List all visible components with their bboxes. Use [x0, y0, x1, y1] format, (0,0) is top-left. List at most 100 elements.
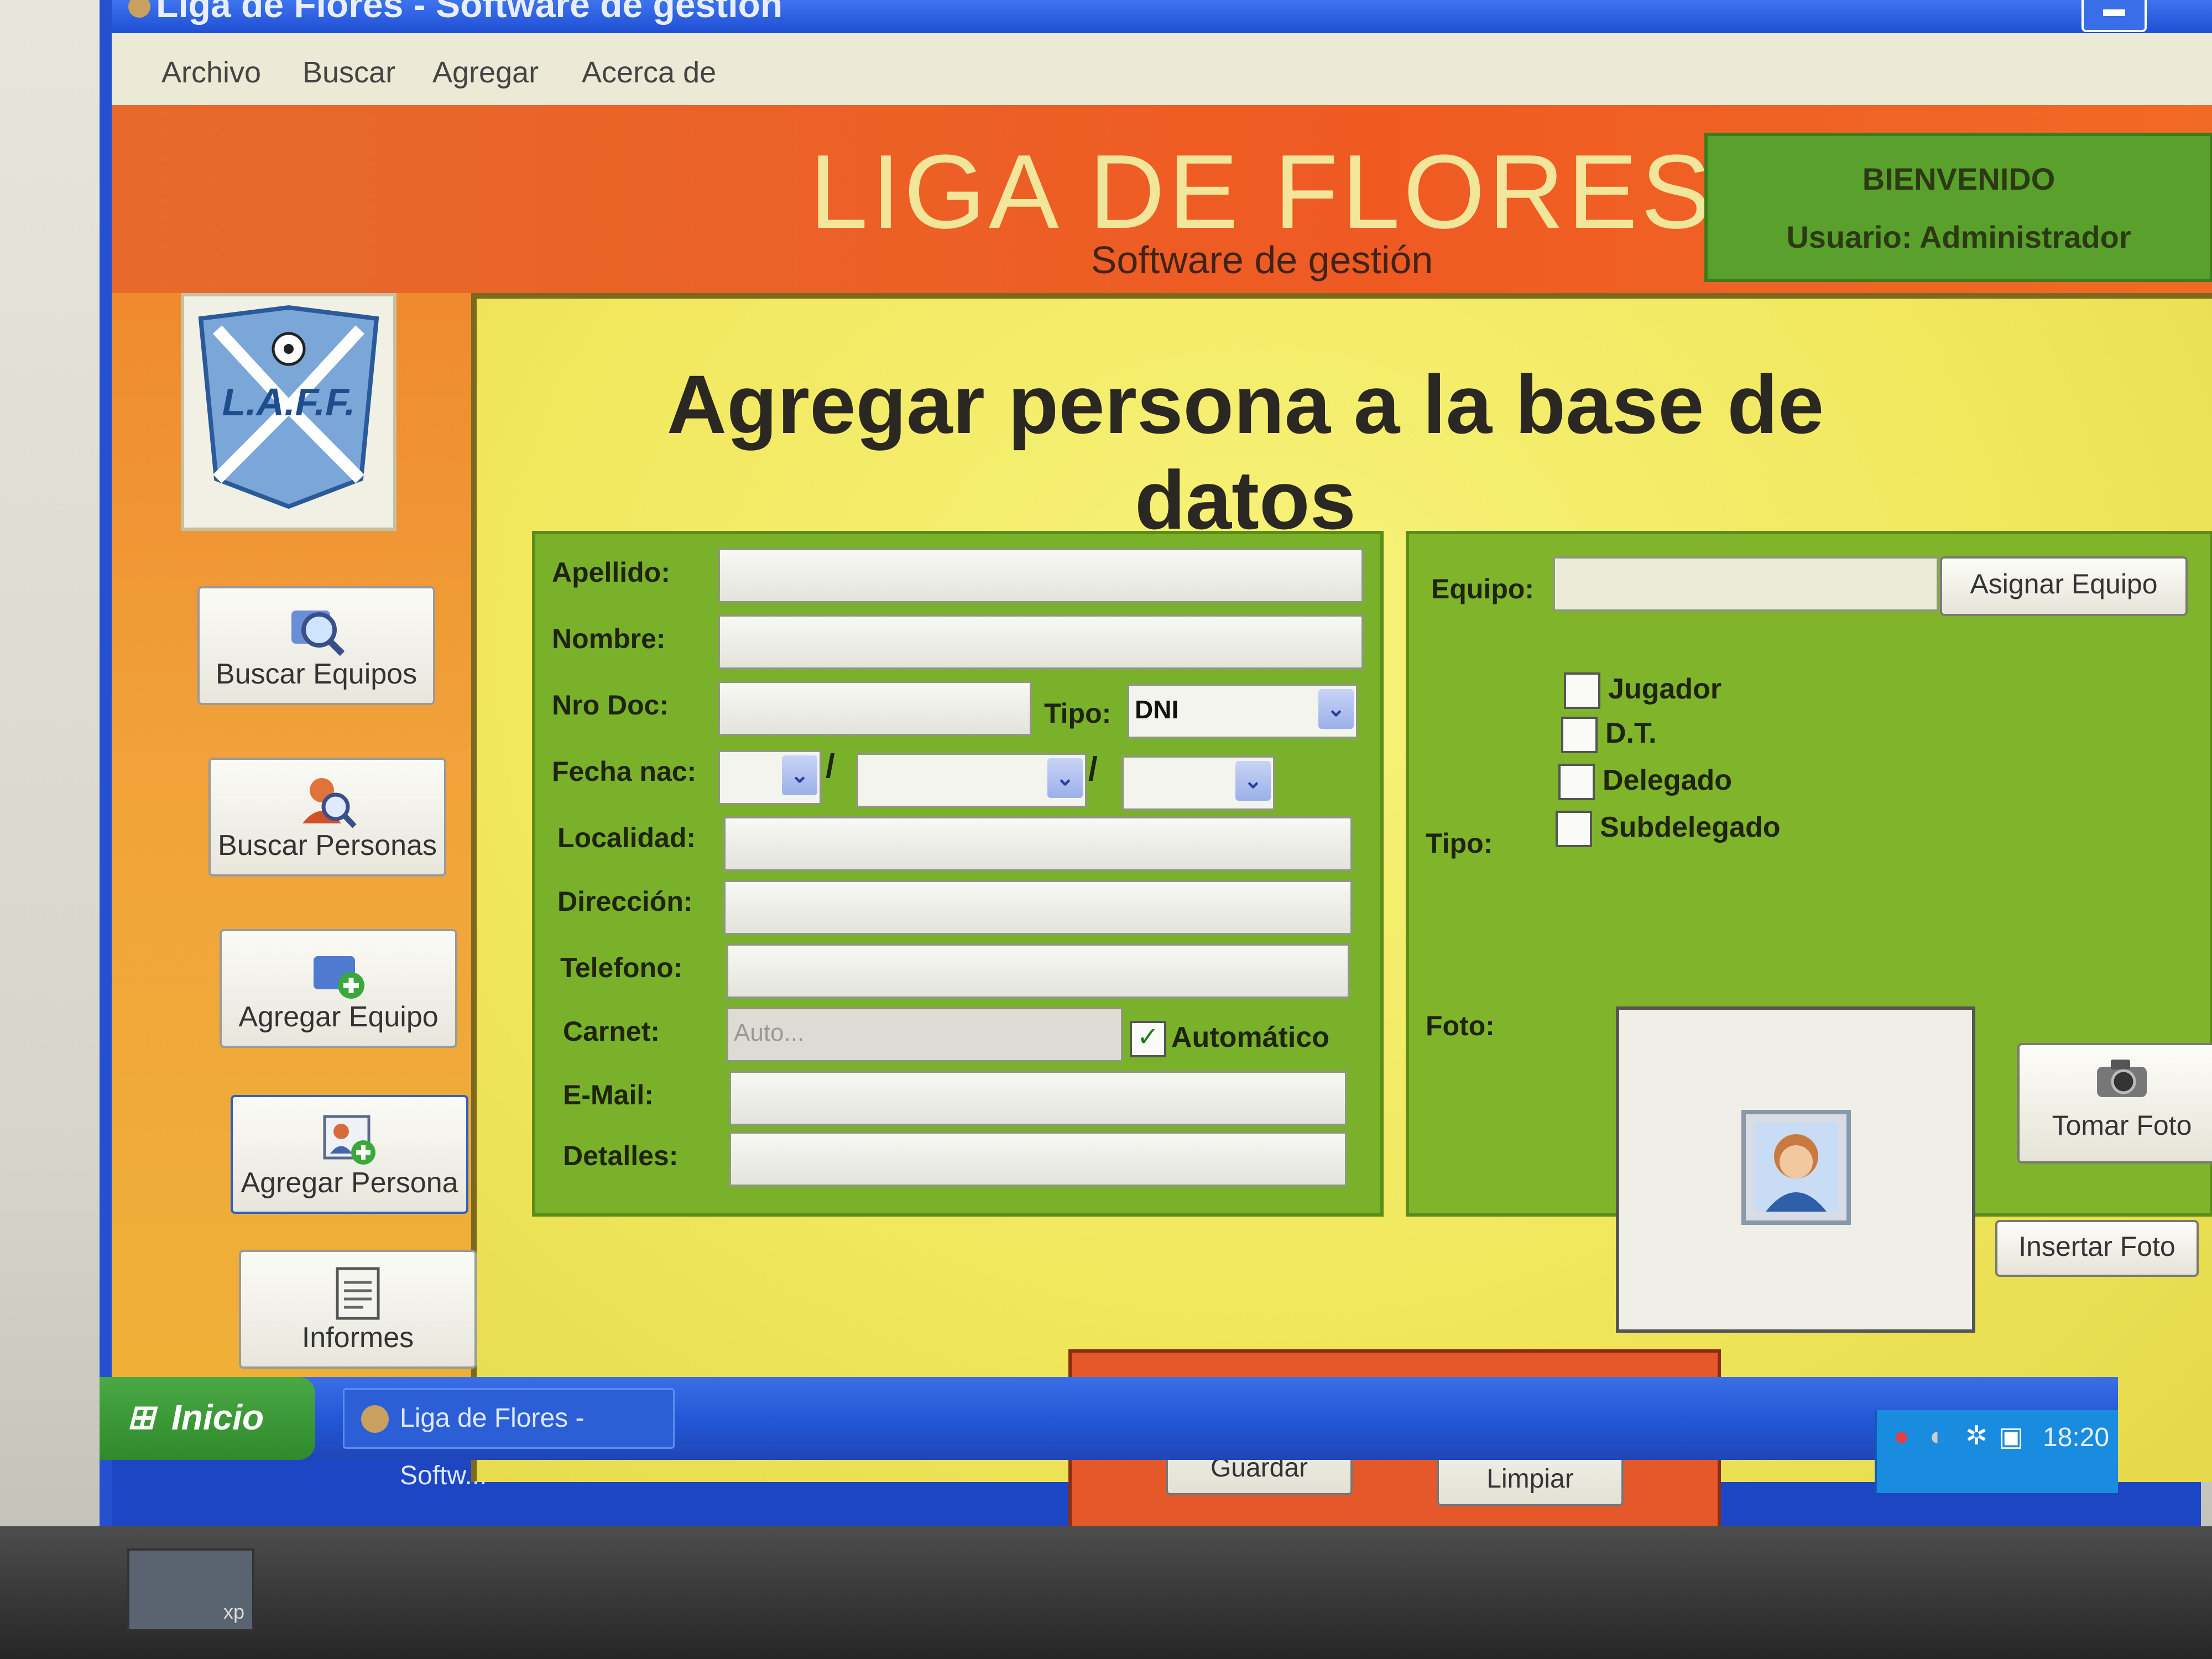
agregar-equipo-button[interactable]: Agregar Equipo: [220, 929, 457, 1048]
monitor-bezel: [0, 1526, 2212, 1659]
menu-agregar[interactable]: Agregar: [432, 55, 539, 90]
chevron-down-icon: ⌄: [1235, 761, 1271, 801]
taskbar: ⊞ Inicio Liga de Flores - Softw... ● ◐ ✲…: [100, 1377, 2118, 1493]
report-icon: [336, 1267, 380, 1320]
app-window: Liga de Flores - Software de gestión ▬ A…: [100, 0, 2212, 1548]
date-separator: /: [826, 748, 835, 785]
xp-sticker: xp: [127, 1548, 254, 1631]
page-title: Agregar persona a la base de datos: [666, 358, 1824, 546]
title-bar: Liga de Flores - Software de gestión ▬: [112, 0, 2212, 33]
direccion-label: Dirección:: [557, 886, 693, 917]
xp-label: xp: [223, 1600, 244, 1623]
app-body: LIGA DE FLORES Software de gestión BIENV…: [112, 105, 2212, 1548]
person-form-panel: Apellido: Nombre: Nro Doc: Tipo: DNI ⌄ F…: [532, 531, 1384, 1217]
subdelegado-checkbox[interactable]: [1556, 811, 1592, 847]
equipo-label: Equipo:: [1431, 573, 1535, 604]
tipo-doc-select[interactable]: DNI ⌄: [1127, 684, 1358, 739]
apellido-input[interactable]: [718, 548, 1364, 603]
fan-icon[interactable]: ✲: [1965, 1420, 1987, 1451]
automatico-checkbox[interactable]: ✓: [1130, 1021, 1166, 1057]
app-icon: [361, 1405, 389, 1433]
insertar-foto-button[interactable]: Insertar Foto: [1995, 1220, 2199, 1277]
carnet-placeholder: Auto...: [734, 1019, 805, 1046]
league-logo: L.A.F.F.: [181, 293, 397, 531]
tipo-doc-label: Tipo:: [1044, 698, 1112, 729]
fecha-nac-label: Fecha nac:: [552, 756, 697, 787]
delegado-label: Delegado: [1603, 764, 1733, 796]
localidad-input[interactable]: [723, 816, 1353, 872]
add-person-icon: [323, 1115, 375, 1165]
tipo-rol-label: Tipo:: [1426, 828, 1493, 859]
user-label: Usuario: Administrador: [1786, 220, 2131, 254]
limpiar-label: Limpiar: [1486, 1464, 1574, 1494]
photo-preview: [1616, 1006, 1975, 1333]
foto-label: Foto:: [1426, 1010, 1495, 1041]
security-icon[interactable]: ●: [1893, 1421, 1910, 1452]
add-team-icon: [314, 956, 364, 999]
delegado-checkbox[interactable]: [1558, 764, 1595, 800]
nrodoc-label: Nro Doc:: [552, 690, 669, 721]
dt-label: D.T.: [1605, 717, 1657, 749]
search-teams-icon: [291, 611, 345, 656]
detalles-label: Detalles:: [563, 1140, 679, 1171]
carnet-input[interactable]: Auto...: [726, 1007, 1123, 1062]
start-button[interactable]: ⊞ Inicio: [100, 1377, 315, 1460]
menu-bar: Archivo Buscar Agregar Acerca de: [112, 33, 2212, 105]
jugador-label: Jugador: [1608, 673, 1722, 705]
menu-buscar[interactable]: Buscar: [302, 55, 395, 90]
display-icon[interactable]: ▣: [1999, 1421, 2023, 1452]
app-title: LIGA DE FLORES: [809, 133, 1715, 251]
person-placeholder-icon: [1741, 1110, 1851, 1225]
subdelegado-label: Subdelegado: [1600, 811, 1781, 843]
telefono-label: Telefono:: [560, 952, 683, 983]
menu-archivo[interactable]: Archivo: [161, 55, 261, 90]
asignar-equipo-button[interactable]: Asignar Equipo: [1940, 556, 2188, 616]
chevron-down-icon: ⌄: [1318, 689, 1354, 729]
buscar-equipos-label: Buscar Equipos: [215, 658, 418, 690]
telefono-input[interactable]: [726, 943, 1350, 999]
fecha-mes-select[interactable]: ⌄: [856, 753, 1087, 808]
camera-icon: [2097, 1060, 2147, 1097]
svg-text:L.A.F.F.: L.A.F.F.: [222, 380, 355, 424]
fecha-anio-select[interactable]: ⌄: [1121, 755, 1275, 811]
jugador-checkbox[interactable]: [1564, 672, 1600, 709]
app-subtitle: Software de gestión: [1091, 238, 1433, 281]
detalles-input[interactable]: [729, 1131, 1347, 1187]
search-person-icon: [302, 778, 357, 828]
dt-checkbox[interactable]: [1561, 717, 1598, 753]
agregar-persona-button[interactable]: Agregar Persona: [231, 1095, 468, 1214]
apellido-label: Apellido:: [552, 557, 670, 588]
clock: 18:20: [2043, 1423, 2110, 1452]
tipo-doc-value: DNI: [1135, 695, 1179, 724]
tomar-foto-button[interactable]: Tomar Foto: [2017, 1043, 2212, 1164]
tomar-foto-label: Tomar Foto: [2052, 1110, 2192, 1141]
direccion-input[interactable]: [723, 880, 1353, 935]
minimize-button[interactable]: ▬: [2081, 0, 2147, 32]
nombre-input[interactable]: [718, 614, 1364, 670]
email-input[interactable]: [729, 1071, 1347, 1126]
system-tray: ● ◐ ✲ ▣ 18:20: [1875, 1410, 2118, 1493]
taskbar-item-app[interactable]: Liga de Flores - Softw...: [343, 1388, 675, 1490]
start-label: Inicio: [171, 1397, 264, 1437]
localidad-label: Localidad:: [557, 822, 696, 853]
menu-acerca-de[interactable]: Acerca de: [582, 55, 716, 90]
network-icon[interactable]: ◐: [1929, 1421, 1945, 1452]
agregar-persona-label: Agregar Persona: [241, 1167, 458, 1199]
fecha-dia-select[interactable]: ⌄: [718, 750, 822, 805]
app-icon: [128, 0, 150, 18]
chevron-down-icon: ⌄: [1047, 758, 1083, 798]
buscar-personas-button[interactable]: Buscar Personas: [208, 758, 446, 877]
informes-label: Informes: [301, 1322, 414, 1354]
windows-logo-icon: ⊞: [127, 1399, 155, 1436]
informes-button[interactable]: Informes: [239, 1250, 477, 1369]
nombre-label: Nombre:: [552, 623, 666, 654]
welcome-text: BIENVENIDO: [1862, 161, 2056, 196]
email-label: E-Mail:: [563, 1079, 654, 1110]
nrodoc-input[interactable]: [718, 681, 1032, 736]
buscar-personas-label: Buscar Personas: [218, 830, 437, 862]
window-title: Liga de Flores - Software de gestión: [156, 0, 783, 25]
equipo-input[interactable]: [1553, 556, 1939, 612]
carnet-label: Carnet:: [563, 1016, 660, 1047]
welcome-panel: BIENVENIDO Usuario: Administrador: [1704, 133, 2212, 282]
buscar-equipos-button[interactable]: Buscar Equipos: [197, 586, 435, 705]
